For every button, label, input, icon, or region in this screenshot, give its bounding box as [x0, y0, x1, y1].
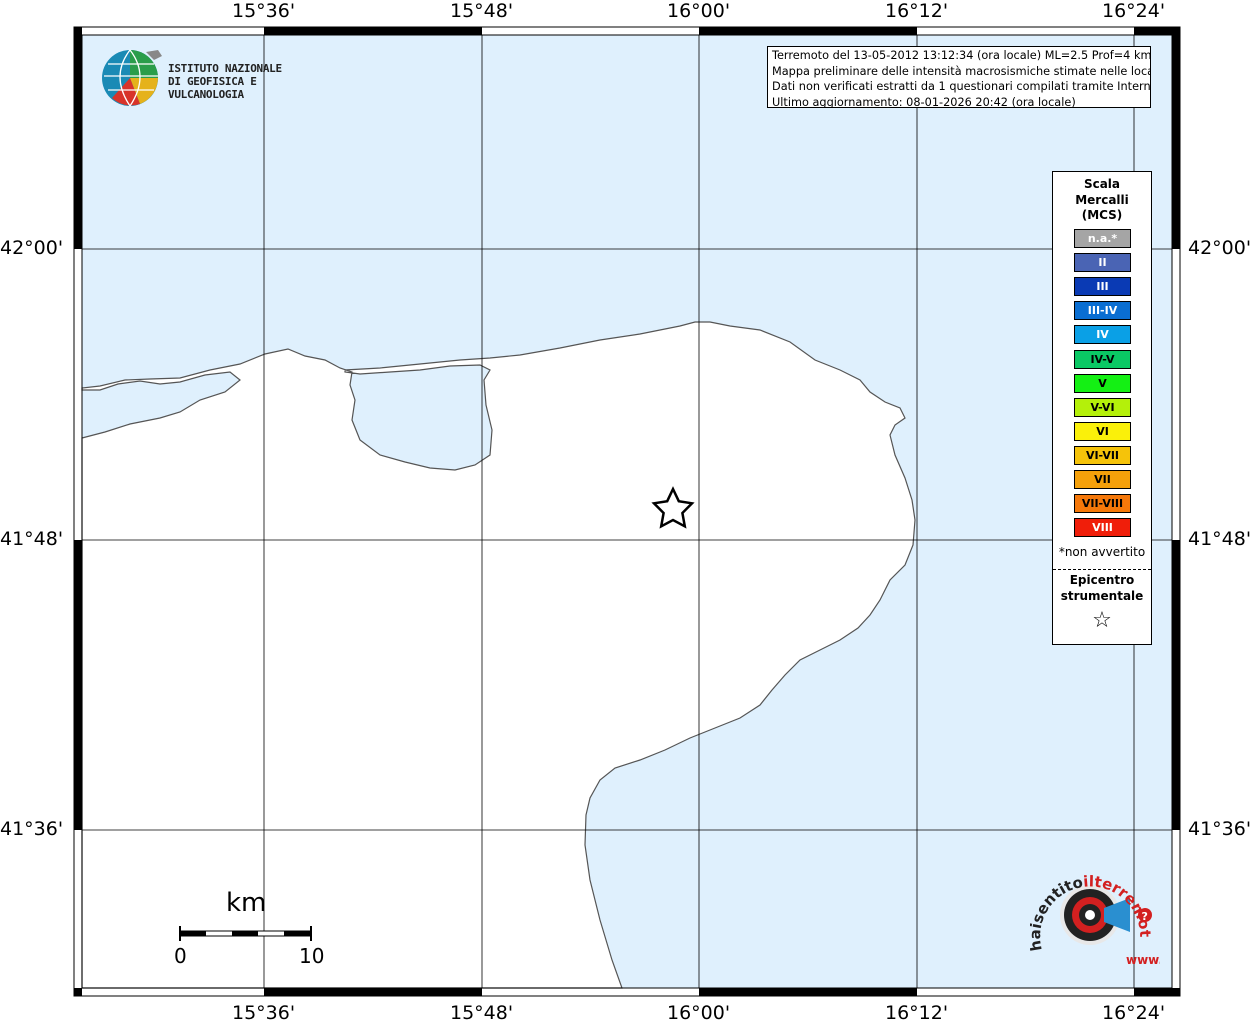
lon-tick-label: 15°36' — [232, 1002, 296, 1024]
legend-divider — [1053, 569, 1151, 570]
lon-tick-label: 15°48' — [450, 0, 514, 22]
legend-star-icon: ☆ — [1092, 608, 1112, 633]
legend-swatch: IV-V — [1074, 349, 1131, 369]
legend-epicenter-label: Epicentro strumentale — [1053, 572, 1151, 604]
legend-not-felt-note: *non avvertito — [1058, 545, 1146, 559]
legend-title-line: (MCS) — [1081, 208, 1123, 222]
question-mark: ? — [1142, 910, 1148, 923]
lat-tick-label: 42°00' — [0, 237, 64, 259]
lat-tick-label: 41°48' — [0, 528, 64, 550]
lon-tick-label: 16°12' — [885, 1002, 949, 1024]
institute-line-2: DI GEOFISICA E VULCANOLOGIA — [168, 75, 257, 101]
legend-swatch: VII — [1074, 470, 1131, 489]
legend-title-line: Scala — [1083, 177, 1121, 191]
intensity-legend: Scala Mercalli (MCS) n.a.* II III III-IV IV I… — [1052, 171, 1152, 645]
legend-swatch: IV — [1074, 325, 1131, 345]
ingv-logo: ISTITUTO NAZIONALE DI GEOFISICA E VULCAN… — [100, 46, 320, 110]
info-line-2: Mappa preliminare delle intensità macros… — [772, 64, 1151, 78]
globe-icon — [102, 49, 162, 107]
legend-title-line: Mercalli — [1075, 192, 1129, 207]
legend-swatch: II — [1074, 253, 1131, 273]
legend-swatch: VIII — [1074, 518, 1131, 538]
lon-tick-label: 16°00' — [667, 0, 731, 22]
lon-tick-label: 16°12' — [885, 0, 949, 22]
lat-tick-label: 41°48' — [1188, 528, 1252, 550]
haisentito-logo: haisentitoilterremoto.it www. ? — [1030, 870, 1160, 967]
lat-tick-label: 41°36' — [1188, 818, 1252, 840]
scale-bar-end-label: 10 — [299, 944, 325, 968]
epicenter-label-line: Epicentro — [1069, 573, 1135, 587]
logo-www: www. — [1126, 953, 1160, 967]
lon-tick-label: 16°00' — [667, 1002, 731, 1024]
legend-swatch: III-IV — [1074, 301, 1131, 321]
lon-tick-label: 16°24' — [1102, 0, 1166, 22]
lon-tick-label: 16°24' — [1102, 1002, 1166, 1024]
legend-swatch: V — [1074, 373, 1131, 393]
info-line-4: Ultimo aggiornamento: 08-01-2026 20:42 (… — [772, 95, 1076, 108]
epicenter-label-line: strumentale — [1060, 589, 1144, 603]
scale-bar-start-label: 0 — [174, 944, 187, 968]
institute-name: ISTITUTO NAZIONALE DI GEOFISICA E VULCAN… — [168, 62, 320, 101]
legend-swatch: n.a.* — [1074, 229, 1131, 248]
lon-tick-label: 15°36' — [232, 0, 296, 22]
legend-swatch: VII-VIII — [1074, 494, 1131, 514]
legend-title: Scala Mercalli (MCS) — [1053, 177, 1151, 224]
legend-swatch: VI — [1074, 421, 1131, 441]
scale-bar-unit: km — [226, 888, 267, 918]
lat-tick-label: 42°00' — [1188, 237, 1252, 259]
lat-tick-label: 41°36' — [0, 818, 64, 840]
legend-swatch: V-VI — [1074, 397, 1131, 417]
legend-swatch: III — [1074, 277, 1131, 297]
info-line-1: Terremoto del 13-05-2012 13:12:34 (ora l… — [772, 49, 1151, 62]
info-line-3: Dati non verificati estratti da 1 questi… — [772, 80, 1151, 93]
legend-swatch: VI-VII — [1074, 445, 1131, 465]
lon-tick-label: 15°48' — [450, 1002, 514, 1024]
institute-line-1: ISTITUTO NAZIONALE — [168, 62, 282, 75]
event-info-box: Terremoto del 13-05-2012 13:12:34 (ora l… — [767, 46, 1151, 108]
